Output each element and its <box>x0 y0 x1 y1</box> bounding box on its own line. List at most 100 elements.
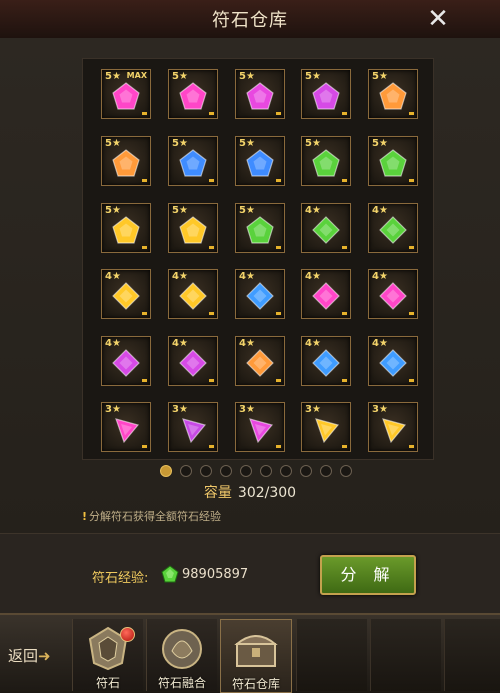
page-dot[interactable] <box>220 465 232 477</box>
gem-slot[interactable]: 4★ <box>168 269 218 319</box>
pentagon-gem-icon <box>179 149 207 177</box>
slot-corner-marker <box>142 112 147 115</box>
slot-corner-marker <box>209 312 214 315</box>
star-level: 5★ <box>305 71 321 82</box>
star-level: 4★ <box>105 271 121 282</box>
star-level: 5★ <box>305 138 321 149</box>
slot-corner-marker <box>276 246 281 249</box>
experience-panel: 符石经验: 98905897 分 解 <box>0 533 500 614</box>
decompose-button[interactable]: 分 解 <box>320 555 416 595</box>
star-level: 5★ <box>239 71 255 82</box>
star-level: 4★ <box>305 338 321 349</box>
diamond-gem-icon <box>312 349 340 377</box>
gem-slot[interactable]: 5★ <box>168 203 218 253</box>
gem-slot[interactable]: 4★ <box>301 203 351 253</box>
gem-slot[interactable]: 5★ <box>168 69 218 119</box>
gem-slot[interactable]: 5★ <box>235 203 285 253</box>
green-gem-icon <box>161 565 179 583</box>
close-icon[interactable]: ✕ <box>424 5 452 33</box>
gem-slot[interactable]: 4★ <box>235 336 285 386</box>
tab-label: 符石 <box>95 676 120 690</box>
gem-slot[interactable]: 4★ <box>368 336 418 386</box>
tab-label: 符石融合 <box>157 676 206 690</box>
empty-tab-slot <box>444 619 500 691</box>
page-dot[interactable] <box>320 465 332 477</box>
star-level: 4★ <box>239 271 255 282</box>
tab-runestone-storage[interactable]: 符石仓库 <box>220 619 292 693</box>
capacity-value: 302/300 <box>237 485 297 501</box>
page-dot[interactable] <box>300 465 312 477</box>
star-level: 4★ <box>305 205 321 216</box>
fusion-emblem-icon <box>162 629 202 669</box>
slot-corner-marker <box>409 379 414 382</box>
star-level: 5★ <box>239 205 255 216</box>
gem-slot[interactable]: 3★ <box>301 402 351 452</box>
gem-slot[interactable]: 4★ <box>368 269 418 319</box>
star-level: 4★ <box>239 338 255 349</box>
gem-slot[interactable]: 4★ <box>168 336 218 386</box>
gem-slot[interactable]: 5★ MAX <box>101 69 151 119</box>
gem-grid: 5★ MAX 5★ 5★ 5★ 5★ 5★ 5★ 5★ 5★ 5★ 5★ 5★ 5★ 4★ 4★ 4★ 4★ 4★ 4… <box>82 58 434 460</box>
gem-slot[interactable]: 5★ <box>368 136 418 186</box>
pentagon-gem-icon <box>246 216 274 244</box>
page-dot[interactable] <box>200 465 212 477</box>
diamond-gem-icon <box>112 282 140 310</box>
experience-label: 符石经验: <box>92 571 149 586</box>
diamond-gem-icon <box>112 349 140 377</box>
slot-corner-marker <box>142 445 147 448</box>
slot-corner-marker <box>342 112 347 115</box>
star-level: 4★ <box>105 338 121 349</box>
gem-slot[interactable]: 5★ <box>235 69 285 119</box>
gem-slot[interactable]: 5★ <box>168 136 218 186</box>
slot-corner-marker <box>142 312 147 315</box>
pentagon-gem-icon <box>312 82 340 110</box>
gem-slot[interactable]: 5★ <box>301 69 351 119</box>
slot-corner-marker <box>342 179 347 182</box>
back-arrow-icon: ➜ <box>38 647 51 665</box>
gem-slot[interactable]: 3★ <box>168 402 218 452</box>
capacity-label: 容量 <box>203 485 232 501</box>
star-level: 4★ <box>372 338 388 349</box>
gem-slot[interactable]: 5★ <box>101 136 151 186</box>
gem-slot[interactable]: 5★ <box>368 69 418 119</box>
gem-slot[interactable]: 5★ <box>301 136 351 186</box>
diamond-gem-icon <box>312 282 340 310</box>
gem-slot[interactable]: 3★ <box>101 402 151 452</box>
slot-corner-marker <box>209 112 214 115</box>
gem-slot[interactable]: 4★ <box>101 336 151 386</box>
star-level: 3★ <box>172 404 188 415</box>
star-level: 3★ <box>305 404 321 415</box>
gem-slot[interactable]: 4★ <box>101 269 151 319</box>
gem-slot[interactable]: 5★ <box>235 136 285 186</box>
tab-runestone[interactable]: 符石 <box>72 619 143 691</box>
triangle-gem-icon <box>249 418 274 443</box>
page-dot[interactable] <box>180 465 192 477</box>
page-dot[interactable] <box>260 465 272 477</box>
gem-slot[interactable]: 3★ <box>235 402 285 452</box>
slot-corner-marker <box>209 379 214 382</box>
page-dot[interactable] <box>340 465 352 477</box>
slot-corner-marker <box>276 379 281 382</box>
gem-slot[interactable]: 5★ <box>101 203 151 253</box>
slot-corner-marker <box>342 379 347 382</box>
gem-slot[interactable]: 4★ <box>301 336 351 386</box>
star-level: 5★ <box>372 71 388 82</box>
slot-corner-marker <box>142 379 147 382</box>
gem-slot[interactable]: 4★ <box>301 269 351 319</box>
page-dot[interactable] <box>160 465 172 477</box>
slot-corner-marker <box>409 312 414 315</box>
triangle-gem-icon <box>182 418 207 443</box>
slot-corner-marker <box>276 179 281 182</box>
star-level: 5★ <box>372 138 388 149</box>
gem-slot[interactable]: 3★ <box>368 402 418 452</box>
gem-slot[interactable]: 4★ <box>235 269 285 319</box>
page-dot[interactable] <box>240 465 252 477</box>
tip-text: 分解符石获得全额符石经验 <box>89 510 222 523</box>
gem-slot[interactable]: 4★ <box>368 203 418 253</box>
pentagon-gem-icon <box>379 82 407 110</box>
back-button[interactable]: 返回➜ <box>8 645 51 666</box>
page-dot[interactable] <box>280 465 292 477</box>
slot-corner-marker <box>209 246 214 249</box>
slot-corner-marker <box>142 246 147 249</box>
tab-runestone-fusion[interactable]: 符石融合 <box>146 619 217 691</box>
